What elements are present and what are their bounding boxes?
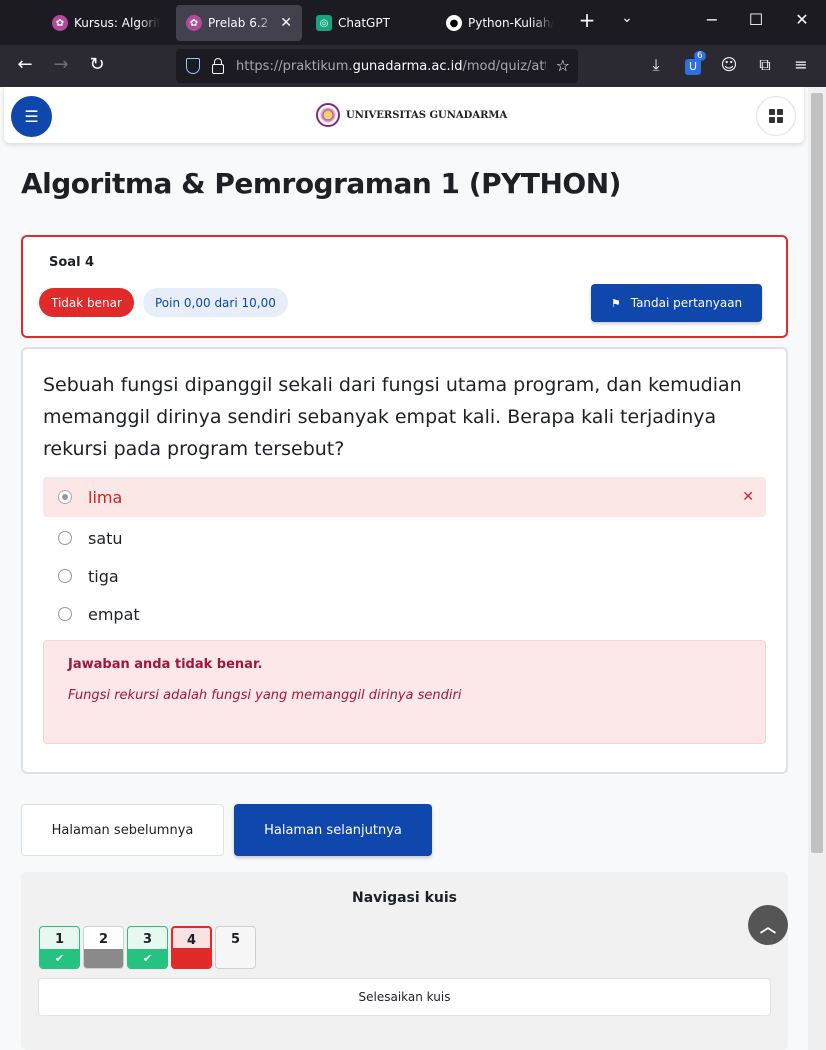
download-icon[interactable]: ⤓ xyxy=(645,55,667,75)
quiz-nav-button-2[interactable]: 2 xyxy=(83,926,124,969)
quiz-nav-number: 2 xyxy=(98,932,109,947)
tab-title: ChatGPT xyxy=(338,16,390,30)
site-navbar: ☰ UNIVERSITAS GUNADARMA xyxy=(4,87,804,143)
radio-button[interactable] xyxy=(58,607,72,621)
browser-toolbar: ← → ↻ https://praktikum.gunadarma.ac.id/… xyxy=(0,45,826,87)
tab-list-chevron-icon[interactable]: ⌄ xyxy=(615,10,639,26)
forward-icon[interactable]: → xyxy=(49,54,73,75)
quiz-navigation-title: Navigasi kuis xyxy=(352,890,457,906)
bookmark-star-icon[interactable]: ☆ xyxy=(556,56,570,75)
browser-tab-course[interactable]: ✿ Kursus: Algoritma xyxy=(42,5,170,41)
tab-title: Kursus: Algoritma xyxy=(74,16,160,30)
check-icon: ✔ xyxy=(128,949,167,968)
extension-shield-icon[interactable]: U 6 xyxy=(682,51,706,75)
browser-tab-prelab[interactable]: ✿ Prelab 6.2 Rekursi ✕ xyxy=(176,5,302,41)
status-badge: Tidak benar xyxy=(39,288,134,317)
site-logo[interactable]: UNIVERSITAS GUNADARMA xyxy=(316,103,507,127)
flag-question-label: Tandai pertanyaan xyxy=(630,296,743,310)
answer-option[interactable]: tiga xyxy=(43,556,766,596)
browser-tab-github[interactable]: ● Python-Kuliah/A xyxy=(436,5,564,41)
app-menu-icon[interactable]: ≡ xyxy=(790,55,812,74)
maximize-icon[interactable]: ☐ xyxy=(744,10,768,29)
feedback-text: Fungsi rekursi adalah fungsi yang memang… xyxy=(68,688,462,703)
radio-button[interactable] xyxy=(58,531,72,545)
flag-question-button[interactable]: ⚑ Tandai pertanyaan xyxy=(591,284,762,322)
back-to-top-button[interactable]: ︿ xyxy=(748,905,788,945)
quiz-nav-button-1[interactable]: 1 ✔ xyxy=(39,926,80,969)
question-number: Soal 4 xyxy=(49,255,95,270)
answer-option[interactable]: satu xyxy=(43,518,766,558)
question-content-panel: Sebuah fungsi dipanggil sekali dari fung… xyxy=(21,347,788,774)
quiz-nav-number: 3 xyxy=(142,932,153,947)
answer-label: satu xyxy=(88,528,123,548)
page-title: Algoritma & Pemrograman 1 (PYTHON) xyxy=(21,167,621,200)
tab-title: Prelab 6.2 Rekursi xyxy=(208,16,274,30)
tab-title: Python-Kuliah/A xyxy=(468,16,554,30)
browser-tabbar: ✿ Kursus: Algoritma ✿ Prelab 6.2 Rekursi… xyxy=(0,0,826,45)
close-tab-icon[interactable]: ✕ xyxy=(280,15,292,31)
minimize-icon[interactable]: − xyxy=(700,10,724,29)
incorrect-bar xyxy=(173,948,210,967)
answer-label: empat xyxy=(88,604,140,624)
answer-label: tiga xyxy=(88,566,119,586)
gunadarma-favicon-icon: ✿ xyxy=(52,15,68,31)
logo-text: UNIVERSITAS GUNADARMA xyxy=(346,109,508,121)
blocks-drawer-button[interactable] xyxy=(756,96,796,136)
page-content: ☰ UNIVERSITAS GUNADARMA Algoritma & Pemr… xyxy=(0,87,808,1050)
page-scrollbar[interactable] xyxy=(808,87,826,1050)
extensions-puzzle-icon[interactable]: ⧉ xyxy=(754,55,776,75)
finish-quiz-button[interactable]: Selesaikan kuis xyxy=(38,978,771,1016)
new-tab-icon[interactable]: + xyxy=(575,8,599,32)
grid-icon xyxy=(769,109,783,123)
chevron-up-icon: ︿ xyxy=(759,917,776,936)
lock-icon[interactable] xyxy=(212,58,224,74)
browser-tab-chatgpt[interactable]: ◎ ChatGPT xyxy=(306,5,432,41)
hamburger-menu-button[interactable]: ☰ xyxy=(11,96,52,137)
back-icon[interactable]: ← xyxy=(13,54,37,75)
close-window-icon[interactable]: ✕ xyxy=(790,10,814,29)
quiz-nav-number: 5 xyxy=(230,932,241,947)
answer-option[interactable]: lima ✕ xyxy=(43,477,766,517)
quiz-navigation-panel: Navigasi kuis 1 ✔ 2 3 ✔ 4 5 Selesaikan k… xyxy=(21,872,788,1050)
next-page-button[interactable]: Halaman selanjutnya xyxy=(234,804,432,856)
answer-label: lima xyxy=(88,487,123,507)
university-seal-icon xyxy=(316,103,340,127)
url-text[interactable]: https://praktikum.gunadarma.ac.id/mod/qu… xyxy=(236,59,546,74)
github-icon: ● xyxy=(446,15,462,31)
radio-button[interactable] xyxy=(58,490,72,504)
radio-button[interactable] xyxy=(58,569,72,583)
question-info-panel: Soal 4 Tidak benar Poin 0,00 dari 10,00 … xyxy=(21,235,788,338)
check-icon: ✔ xyxy=(40,949,79,968)
quiz-nav-button-4[interactable]: 4 xyxy=(171,926,212,969)
gunadarma-favicon-icon: ✿ xyxy=(186,15,202,31)
quiz-nav-button-3[interactable]: 3 ✔ xyxy=(127,926,168,969)
hamburger-icon: ☰ xyxy=(24,107,39,126)
profile-avatar-icon[interactable]: ☺ xyxy=(718,55,740,74)
previous-page-button[interactable]: Halaman sebelumnya xyxy=(21,804,224,856)
answered-bar xyxy=(84,949,123,968)
feedback-title: Jawaban anda tidak benar. xyxy=(68,657,263,672)
question-text: Sebuah fungsi dipanggil sekali dari fung… xyxy=(43,374,742,460)
tracking-shield-icon[interactable] xyxy=(186,58,200,74)
url-bar[interactable]: https://praktikum.gunadarma.ac.id/mod/qu… xyxy=(176,49,578,83)
quiz-nav-number: 4 xyxy=(186,933,197,948)
flag-icon: ⚑ xyxy=(610,296,621,310)
quiz-nav-number: 1 xyxy=(54,932,65,947)
scrollbar-thumb[interactable] xyxy=(811,93,823,853)
reload-icon[interactable]: ↻ xyxy=(85,54,109,75)
quiz-nav-button-5[interactable]: 5 xyxy=(215,926,256,969)
feedback-box: Jawaban anda tidak benar. Fungsi rekursi… xyxy=(43,640,766,744)
answer-option[interactable]: empat xyxy=(43,594,766,634)
extension-badge: 6 xyxy=(694,51,706,61)
chatgpt-icon: ◎ xyxy=(316,15,332,31)
incorrect-x-icon: ✕ xyxy=(742,489,754,505)
points-badge: Poin 0,00 dari 10,00 xyxy=(143,288,288,317)
